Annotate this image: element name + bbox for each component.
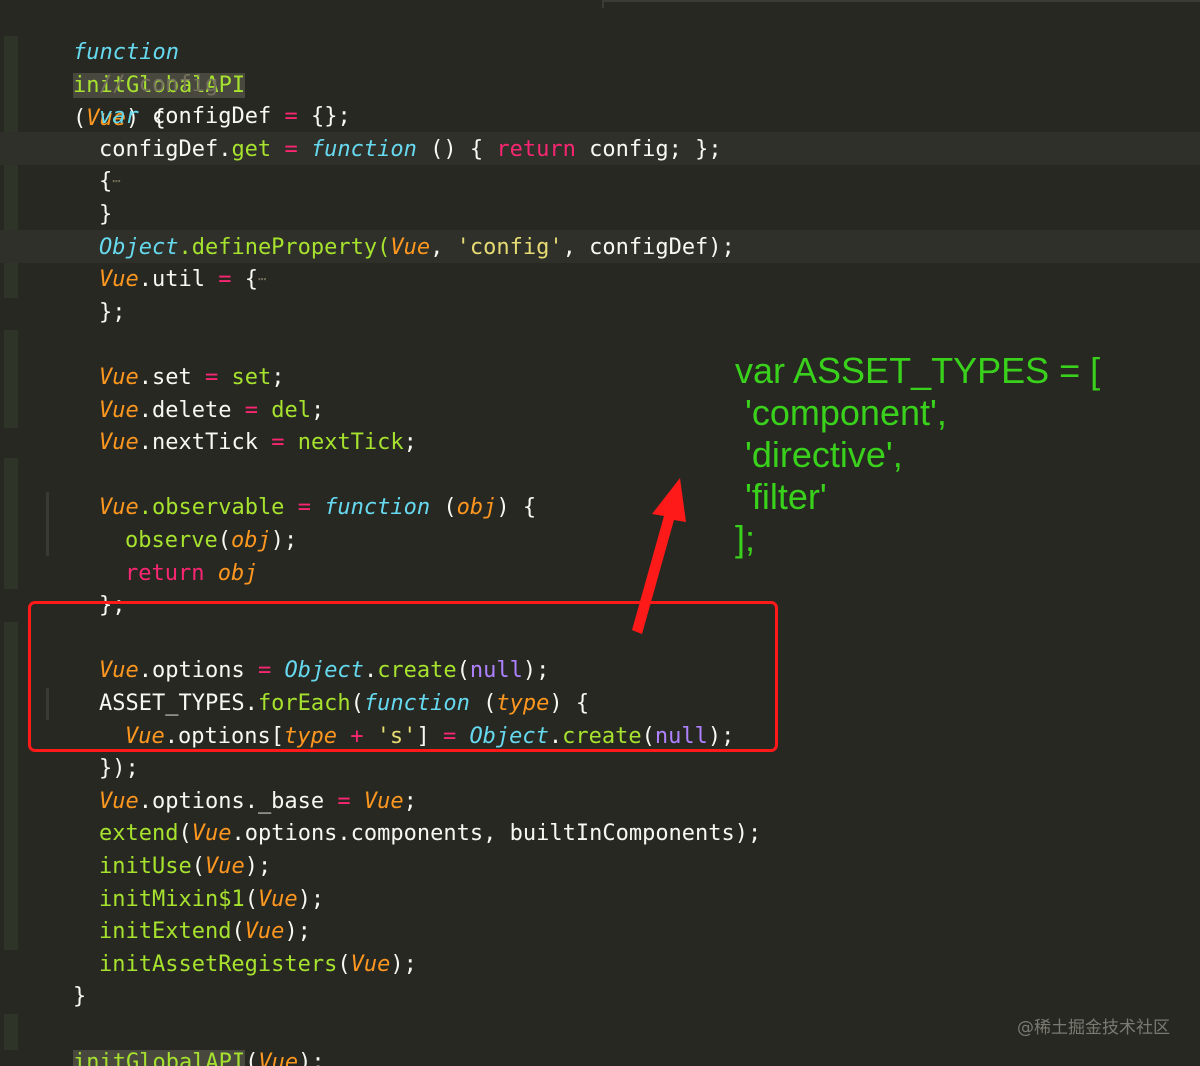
param: Vue	[258, 1050, 299, 1066]
punct: );	[298, 1050, 325, 1066]
code-line-9[interactable]: };	[46, 263, 126, 325]
identifier: .util	[138, 267, 205, 292]
code-line-10[interactable]: Vue.set = set;	[46, 328, 284, 390]
punct: ;	[403, 430, 417, 455]
punct: (	[337, 952, 351, 977]
code-line-14[interactable]: observe(obj);	[72, 491, 297, 553]
editor-panel-edge	[602, 0, 1200, 8]
code-line-22[interactable]: extend(Vue.options.components, builtInCo…	[46, 784, 761, 846]
code-line-5[interactable]: {⋯	[46, 132, 121, 194]
keyword-return: return	[124, 561, 205, 586]
indent-guide	[4, 458, 18, 589]
code-line-4[interactable]: configDef.get = function () { return con…	[46, 100, 722, 162]
code-line-12[interactable]: Vue.nextTick = nextTick;	[46, 393, 417, 455]
punct: ,	[430, 235, 444, 260]
operator: =	[271, 430, 285, 455]
code-line-3[interactable]: var configDef = {};	[46, 67, 351, 129]
punct: {	[244, 267, 258, 292]
fold-ellipsis-icon[interactable]: ⋯	[112, 174, 120, 190]
code-line-1[interactable]: function initGlobalAPI (Vue) {	[20, 3, 246, 131]
indent-guide	[4, 1014, 18, 1050]
property: get	[231, 137, 272, 162]
string: 'config'	[456, 235, 563, 260]
param: obj	[456, 495, 497, 520]
code-line-25[interactable]: initExtend(Vue);	[46, 882, 311, 944]
operator: =	[284, 137, 298, 162]
red-arrow-icon	[632, 478, 686, 634]
code-line-13[interactable]: Vue.observable = function (obj) {	[46, 458, 536, 520]
identifier: , configDef);	[562, 235, 735, 260]
punct: () {	[430, 137, 484, 162]
function-call: initAssetRegisters	[98, 952, 338, 977]
punct: );	[390, 952, 417, 977]
code-line-26[interactable]: initAssetRegisters(Vue);	[46, 915, 417, 977]
keyword: function	[310, 137, 417, 162]
code-line-27[interactable]: }	[20, 947, 86, 1009]
param: obj	[217, 561, 258, 586]
asset-types-annotation: var ASSET_TYPES = [ 'component', 'direct…	[735, 350, 1101, 559]
punct: }	[72, 984, 87, 1009]
code-line-7[interactable]: Object.defineProperty(Vue, 'config', con…	[46, 198, 735, 260]
code-line-16[interactable]: };	[46, 556, 126, 618]
param: Vue	[350, 952, 391, 977]
identifier: .options.components, builtInComponents);	[231, 821, 762, 846]
code-line-15[interactable]: return obj	[72, 524, 257, 586]
punct: };	[98, 300, 126, 325]
punct: );	[270, 528, 298, 553]
code-line-23[interactable]: initUse(Vue);	[46, 817, 271, 879]
param: Vue	[390, 235, 431, 260]
function-call: initGlobalAPI	[72, 1050, 246, 1066]
param: Vue	[98, 430, 139, 455]
code-line-6[interactable]: }	[46, 165, 112, 227]
code-line-21[interactable]: Vue.options._base = Vue;	[46, 752, 417, 814]
fold-ellipsis-icon[interactable]: ⋯	[258, 272, 266, 288]
indent-guide	[4, 330, 18, 428]
code-line-11[interactable]: Vue.delete = del;	[46, 361, 324, 423]
code-editor[interactable]: function initGlobalAPI (Vue) { // config…	[0, 0, 1200, 1066]
code-line-28[interactable]: initGlobalAPI(Vue);	[20, 1013, 325, 1066]
code-line-2[interactable]: // config	[46, 35, 218, 97]
operator: =	[218, 267, 232, 292]
identifier: .nextTick	[138, 430, 258, 455]
keyword: function	[324, 495, 431, 520]
indent-guide	[4, 622, 18, 950]
identifier: config; };	[589, 137, 722, 162]
punct: (	[245, 1050, 259, 1066]
code-line-24[interactable]: initMixin$1(Vue);	[46, 850, 324, 912]
punct: (	[443, 495, 457, 520]
code-line-8[interactable]: Vue.util = {⋯	[46, 230, 266, 292]
watermark: @稀土掘金技术社区	[1017, 1018, 1170, 1038]
function-ref: nextTick	[297, 430, 404, 455]
punct: ) {	[496, 495, 537, 520]
operator: =	[297, 495, 311, 520]
keyword-return: return	[496, 137, 576, 162]
